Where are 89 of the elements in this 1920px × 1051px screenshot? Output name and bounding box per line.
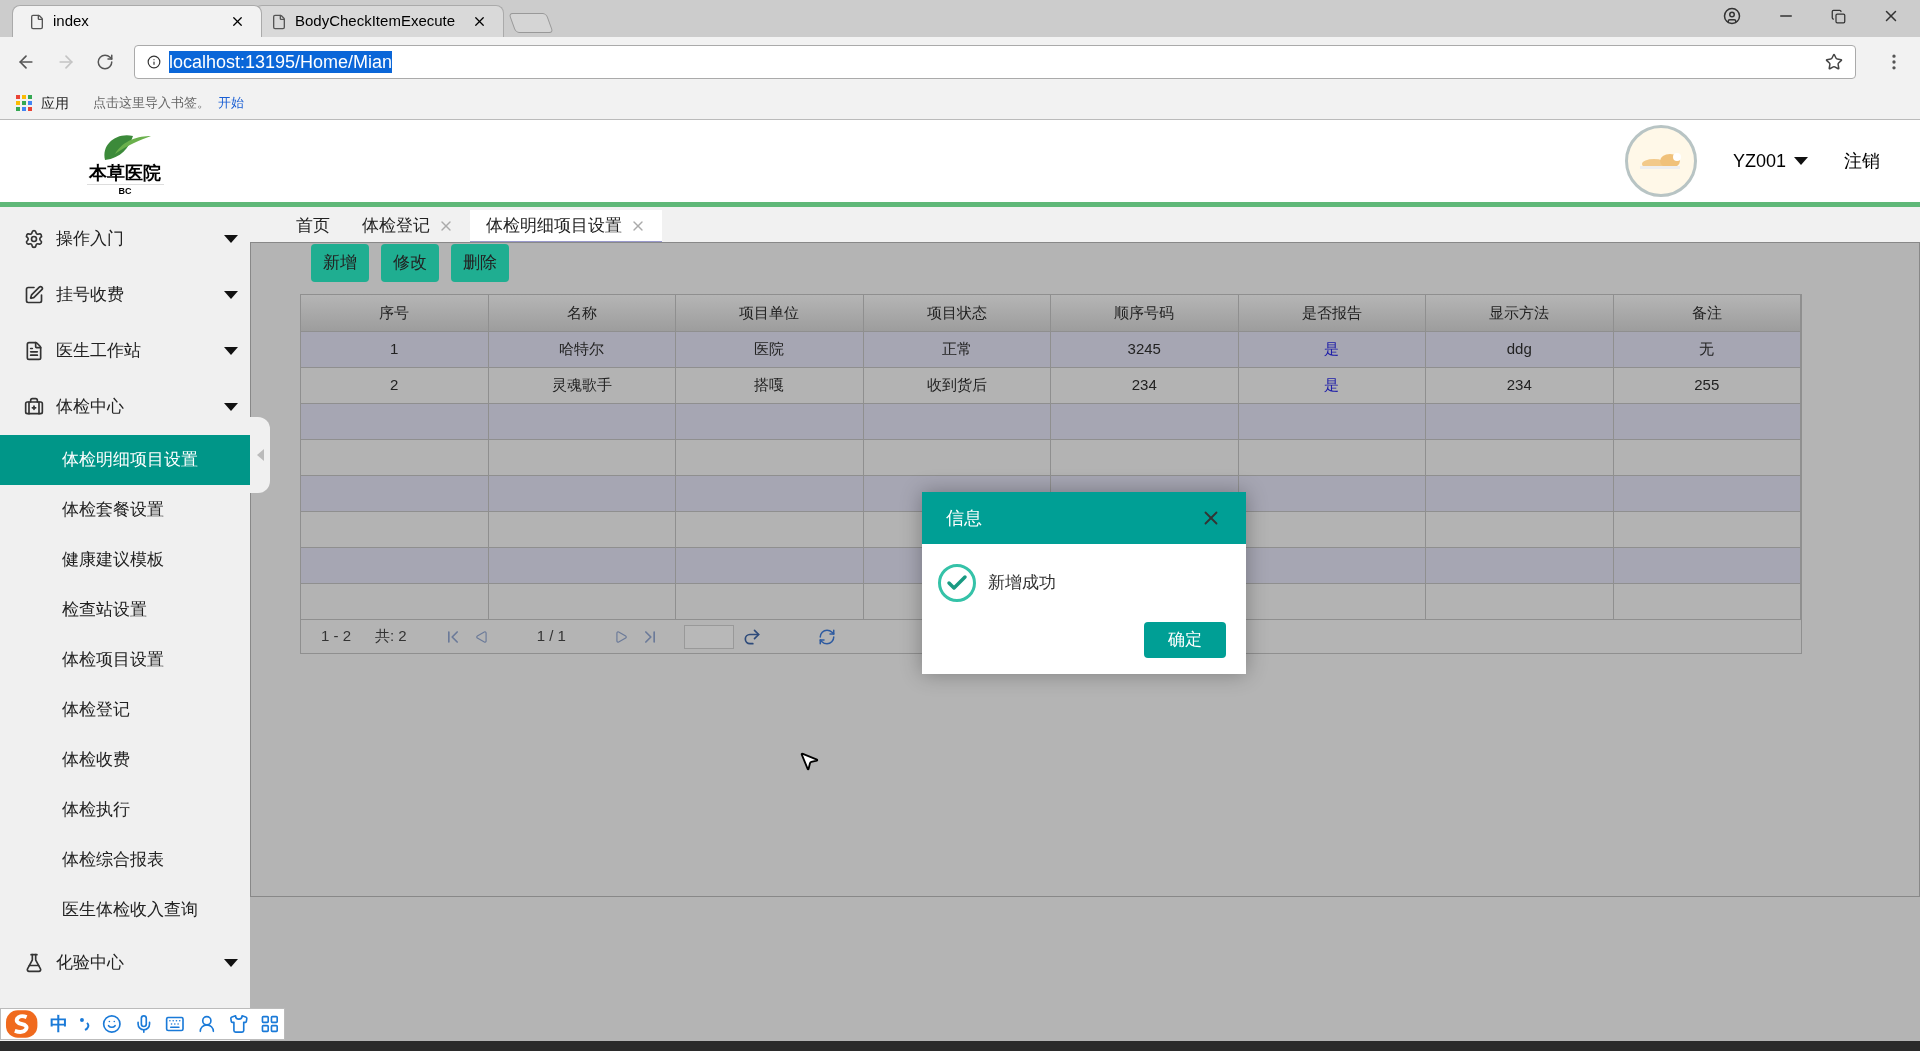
page-tab[interactable]: 体检明细项目设置 [470, 210, 662, 242]
gear-icon [24, 229, 44, 249]
flask-icon [24, 953, 44, 973]
table-cell-text: ddg [1506, 339, 1532, 360]
bookmark-hint: 点击这里导入书签。 [93, 94, 210, 113]
close-icon[interactable] [230, 14, 245, 29]
document-icon [24, 341, 44, 361]
address-bar[interactable]: localhost:13195/Home/Mian [134, 45, 1856, 79]
logo-subtitle: BC [86, 183, 164, 197]
tab-title: BodyCheckItemExecute [295, 11, 457, 32]
caret-icon [224, 347, 238, 355]
table-cell-text: 医院 [754, 339, 785, 360]
page-icon [271, 13, 287, 30]
caret-icon [224, 235, 238, 243]
caret-icon [224, 403, 238, 411]
sidebar-subitem[interactable]: 体检收费 [0, 735, 250, 785]
browser-tab[interactable]: index [12, 5, 262, 37]
collapse-handle[interactable] [250, 417, 270, 493]
reload-icon[interactable] [96, 53, 114, 71]
toolbar-button[interactable]: 修改 [381, 244, 439, 282]
table-cell-text: 是 [1324, 375, 1340, 396]
table-cell-text: 搭嘎 [754, 375, 785, 396]
sidebar-menu-item[interactable]: 操作入门 [0, 211, 250, 267]
tab-title: index [53, 11, 90, 32]
restore-icon[interactable] [1831, 8, 1846, 24]
pager-total: 共: 2 [375, 626, 407, 647]
sidebar-subitem[interactable]: 体检综合报表 [0, 835, 250, 885]
profile-icon[interactable] [1723, 7, 1741, 25]
sidebar-subitem[interactable]: 检查站设置 [0, 585, 250, 635]
table-cell-text: 234 [1131, 375, 1157, 396]
url-text: localhost:13195/Home/Mian [169, 51, 393, 73]
caret-icon [1794, 157, 1808, 165]
edit-icon [24, 285, 44, 305]
sidebar-menu-item[interactable]: 化验中心 [0, 935, 250, 991]
table-cell-text: 哈特尔 [559, 339, 605, 360]
shirt-icon[interactable] [228, 1014, 249, 1034]
table-cell-text: 正常 [941, 339, 972, 360]
toolbar-button[interactable]: 删除 [451, 244, 509, 282]
table-cell-text: 灵魂歌手 [551, 375, 612, 396]
emoji-icon[interactable] [102, 1014, 122, 1034]
table-cell-text: 255 [1694, 375, 1720, 396]
apps-grid-icon[interactable] [16, 94, 33, 112]
table-cell-text: 是 [1324, 339, 1340, 360]
close-icon[interactable] [472, 14, 487, 29]
table-cell-text: 1 [390, 339, 399, 360]
pager-range: 1 - 2 [321, 626, 351, 647]
keyboard-icon[interactable] [165, 1014, 186, 1034]
bookmark-link[interactable]: 开始 [218, 93, 244, 113]
pager-page: 1 / 1 [536, 626, 566, 647]
dialog-title: 信息 [946, 506, 983, 530]
hospital-name: 本草医院 [89, 161, 161, 184]
sidebar-menu-item[interactable]: 医生工作站 [0, 323, 250, 379]
sidebar-subitem[interactable]: 体检登记 [0, 685, 250, 735]
page-tab[interactable]: 首页 [280, 210, 346, 242]
caret-icon [224, 291, 238, 299]
logout-link[interactable]: 注销 [1844, 147, 1880, 175]
table-cell-text: 无 [1699, 339, 1715, 360]
caret-left-icon [256, 449, 264, 461]
page-number-field[interactable] [683, 624, 734, 649]
caret-icon [224, 959, 238, 967]
input-mode[interactable]: 中 [50, 1010, 69, 1038]
table-cell-text: 234 [1506, 375, 1532, 396]
bookmark-apps[interactable]: 应用 [41, 92, 69, 114]
sidebar-subitem[interactable]: 体检项目设置 [0, 635, 250, 685]
page-icon [29, 13, 45, 30]
refresh-icon[interactable] [817, 627, 836, 646]
sidebar-subitem[interactable]: 体检套餐设置 [0, 485, 250, 535]
medical-kit-icon [24, 397, 44, 417]
punctuation-icon[interactable] [80, 1017, 91, 1031]
table-cell-text: 2 [390, 375, 399, 396]
user-icon[interactable] [197, 1014, 217, 1034]
sidebar-subitem[interactable]: 医生体检收入查询 [0, 885, 250, 935]
table-cell-text: 收到货后 [926, 375, 987, 396]
mouse-pointer-icon [798, 750, 820, 772]
table-cell-text: 3245 [1127, 339, 1161, 360]
success-check-icon [938, 564, 976, 602]
user-menu[interactable]: YZ001 [1732, 147, 1808, 175]
dialog-message: 新增成功 [988, 572, 1056, 595]
input-method-logo-icon[interactable] [5, 1009, 39, 1039]
bookmark-star-icon[interactable] [1825, 53, 1843, 71]
sidebar-subitem[interactable]: 体检明细项目设置 [0, 435, 250, 485]
sidebar-menu-item[interactable]: 体检中心 [0, 379, 250, 435]
info-icon [147, 55, 161, 69]
page-tab[interactable]: 体检登记 [346, 210, 470, 242]
sidebar-menu-item[interactable]: 挂号收费 [0, 267, 250, 323]
grid-icon[interactable] [260, 1014, 281, 1034]
sidebar-subitem[interactable]: 健康建议模板 [0, 535, 250, 585]
toolbar-button[interactable]: 新增 [311, 244, 369, 282]
sidebar-subitem[interactable]: 体检执行 [0, 785, 250, 835]
